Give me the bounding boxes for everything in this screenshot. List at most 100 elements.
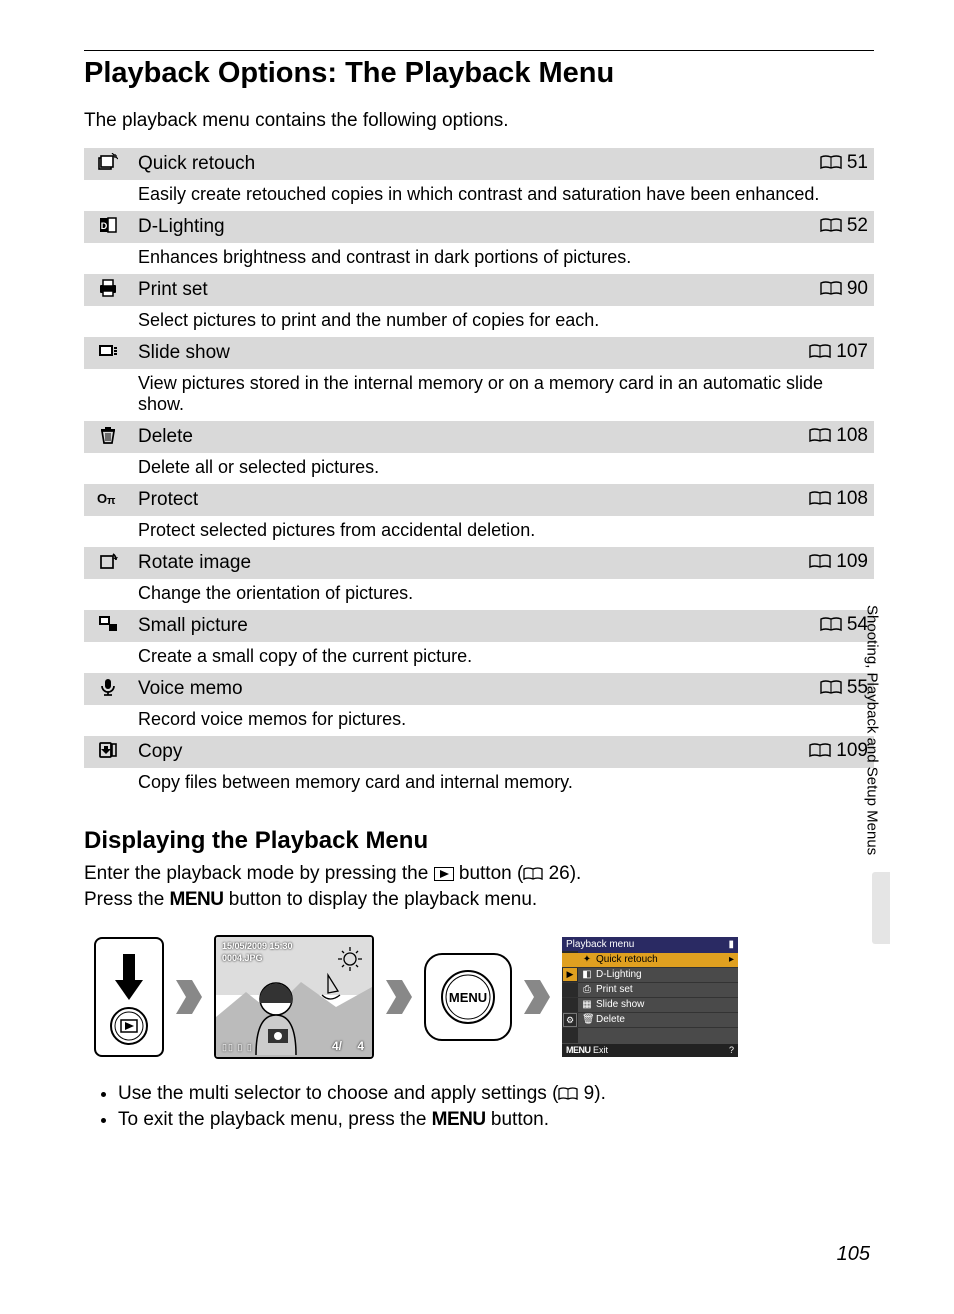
menu-item-icon <box>84 547 132 579</box>
menu-item-desc: Delete all or selected pictures. <box>132 453 874 484</box>
menu-item-row: Print set 90 <box>84 274 874 306</box>
menu-item-label: Protect <box>132 484 782 516</box>
playback-menu-table: Quick retouch 51Easily create retouched … <box>84 148 874 799</box>
menu-item-desc-row: Record voice memos for pictures. <box>84 705 874 736</box>
menu-item-label: Delete <box>132 421 782 453</box>
menu-button-label: MENU <box>170 889 224 910</box>
page-number: 105 <box>837 1243 870 1266</box>
menu-item-label: D-Lighting <box>132 211 782 243</box>
menu-item-icon <box>84 421 132 453</box>
svg-text:D: D <box>101 221 108 231</box>
menu-item-desc-row: Easily create retouched copies in which … <box>84 180 874 211</box>
playback-menu-screen: Playback menu ▮ ▶ ⚙ ✦Quick retouch▸◧D-Li… <box>562 937 738 1057</box>
menu-item-row: D D-Lighting 52 <box>84 211 874 243</box>
menu-item-pageref: 108 <box>782 421 874 453</box>
lcd-preview-panel: 15/05/2009 15:30 0004.JPG 4/ 4 ▯▯ ▯ ▯ <box>214 935 374 1059</box>
menu-item-desc-row: Copy files between memory card and inter… <box>84 768 874 799</box>
menu-item-label: Small picture <box>132 610 782 642</box>
playback-button-panel <box>94 937 164 1057</box>
menu-item-row: Delete 108 <box>84 421 874 453</box>
menu-item-desc: Enhances brightness and contrast in dark… <box>132 243 874 274</box>
menu-item-desc: View pictures stored in the internal mem… <box>132 369 874 421</box>
menu-item-desc-row: Delete all or selected pictures. <box>84 453 874 484</box>
svg-text:π: π <box>107 495 116 507</box>
menu-item-label: Rotate image <box>132 547 782 579</box>
arrow-icon <box>386 980 412 1014</box>
menu-item-icon <box>84 736 132 768</box>
battery-icon: ▮ <box>728 939 734 951</box>
side-section-label: Shooting, Playback and Setup Menus <box>862 540 882 920</box>
menu-item-pageref: 90 <box>782 274 874 306</box>
menu-item-desc-row: Create a small copy of the current pictu… <box>84 642 874 673</box>
arrow-icon <box>524 980 550 1014</box>
book-ref-icon <box>558 1085 578 1107</box>
menu-item-label: Print set <box>132 274 782 306</box>
lcd-status-icons: ▯▯ ▯ ▯ <box>222 1042 253 1053</box>
menu-item-pageref: 107 <box>782 337 874 369</box>
side-thumb-tab <box>872 872 890 944</box>
menu-item-icon <box>84 673 132 705</box>
menu-item-icon <box>84 274 132 306</box>
arrow-icon <box>176 980 202 1014</box>
menu-item-pageref: 51 <box>782 148 874 180</box>
menu-item-label: Voice memo <box>132 673 782 705</box>
menu-item-desc: Protect selected pictures from accidenta… <box>132 516 874 547</box>
menu-item-row: OπProtect 108 <box>84 484 874 516</box>
down-arrow-icon <box>109 954 149 1004</box>
menu-item-pageref: 109 <box>782 547 874 579</box>
menu-item-label: Copy <box>132 736 782 768</box>
menu-screen-row: ⎙Print set <box>562 983 738 998</box>
menu-screen-row: ✦Quick retouch▸ <box>562 953 738 968</box>
menu-screen-title: Playback menu <box>566 939 634 951</box>
page-title: Playback Options: The Playback Menu <box>84 57 874 90</box>
bullet-item: Use the multi selector to choose and app… <box>118 1083 874 1107</box>
instruction-bullets: Use the multi selector to choose and app… <box>84 1083 874 1131</box>
menu-item-pageref: 52 <box>782 211 874 243</box>
menu-item-pageref: 108 <box>782 484 874 516</box>
intro-text: The playback menu contains the following… <box>84 110 874 132</box>
menu-item-pageref: 54 <box>782 610 874 642</box>
menu-button-label: MENU <box>432 1109 486 1130</box>
menu-screen-foot-menu: MENU <box>566 1045 591 1055</box>
menu-item-desc: Select pictures to print and the number … <box>132 306 874 337</box>
menu-item-desc: Change the orientation of pictures. <box>132 579 874 610</box>
menu-item-row: Slide show 107 <box>84 337 874 369</box>
lcd-date: 15/05/2009 15:30 <box>222 941 293 951</box>
menu-item-desc: Copy files between memory card and inter… <box>132 768 874 799</box>
menu-item-row: Voice memo 55 <box>84 673 874 705</box>
menu-item-row: Small picture 54 <box>84 610 874 642</box>
menu-item-row: Quick retouch 51 <box>84 148 874 180</box>
svg-text:MENU: MENU <box>449 990 487 1005</box>
playback-button-icon <box>434 867 454 881</box>
menu-item-desc-row: Change the orientation of pictures. <box>84 579 874 610</box>
menu-item-desc: Easily create retouched copies in which … <box>132 180 874 211</box>
lcd-count-total: 4 <box>357 1039 364 1053</box>
playback-symbol-icon <box>107 1004 151 1048</box>
menu-item-label: Slide show <box>132 337 782 369</box>
menu-item-desc-row: Enhances brightness and contrast in dark… <box>84 243 874 274</box>
menu-item-icon <box>84 148 132 180</box>
menu-item-desc-row: View pictures stored in the internal mem… <box>84 369 874 421</box>
instruction-line-2: Press the MENU button to display the pla… <box>84 889 874 911</box>
menu-item-desc-row: Select pictures to print and the number … <box>84 306 874 337</box>
menu-item-row: Copy 109 <box>84 736 874 768</box>
lcd-count-current: 4/ <box>332 1039 342 1053</box>
help-icon: ? <box>729 1045 734 1056</box>
menu-screen-row: 🗑Delete <box>562 1013 738 1028</box>
menu-item-icon <box>84 610 132 642</box>
menu-item-desc-row: Protect selected pictures from accidenta… <box>84 516 874 547</box>
menu-button-panel: MENU <box>424 953 512 1041</box>
menu-item-icon: D <box>84 211 132 243</box>
section-subtitle: Displaying the Playback Menu <box>84 827 874 855</box>
lcd-filename: 0004.JPG <box>222 953 263 963</box>
menu-screen-row: ◧D-Lighting <box>562 968 738 983</box>
menu-item-row: Rotate image 109 <box>84 547 874 579</box>
menu-item-desc: Record voice memos for pictures. <box>132 705 874 736</box>
menu-item-pageref: 109 <box>782 736 874 768</box>
menu-item-icon <box>84 337 132 369</box>
menu-screen-row: ▦Slide show <box>562 998 738 1013</box>
menu-screen-foot-exit: Exit <box>593 1045 608 1055</box>
menu-item-icon: Oπ <box>84 484 132 516</box>
bullet-item: To exit the playback menu, press the MEN… <box>118 1109 874 1131</box>
svg-text:O: O <box>97 491 107 506</box>
